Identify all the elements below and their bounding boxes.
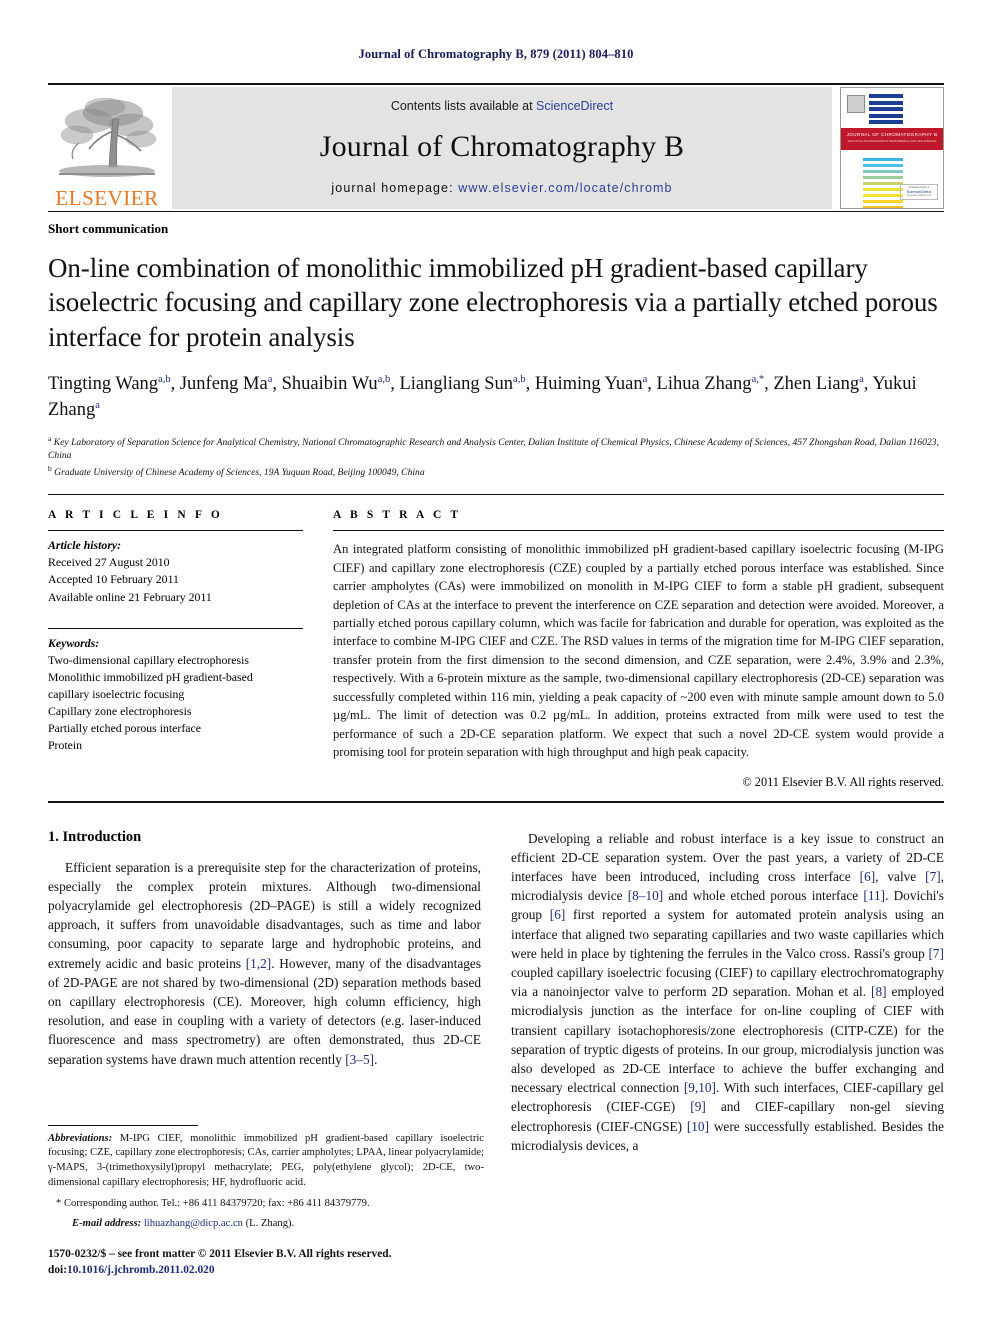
- body-column-right: Developing a reliable and robust interfa…: [511, 829, 944, 1155]
- abstract-text: An integrated platform consisting of mon…: [333, 542, 944, 760]
- article-history-label: Article history:: [48, 538, 122, 553]
- body-column-left: 1. Introduction Efficient separation is …: [48, 829, 481, 1155]
- abstract-bottom-divider: [48, 800, 944, 803]
- footnotes-block: Abbreviations: M-IPG CIEF, monolithic im…: [48, 1124, 484, 1231]
- cover-red-band: JOURNAL OF CHROMATOGRAPHY B ANALYTICAL T…: [841, 128, 943, 150]
- abbreviations-text: M-IPG CIEF, monolithic immobilized pH gr…: [48, 1132, 484, 1189]
- article-info-divider: [48, 530, 303, 532]
- cover-sciencedirect-badge: Available online at ScienceDirect www.sc…: [900, 184, 938, 200]
- email-link[interactable]: lihuazhang@dicp.ac.cn: [144, 1218, 243, 1229]
- author-list: Tingting Wanga,b, Junfeng Maa, Shuaibin …: [48, 373, 917, 421]
- keyword-item: Capillary zone electrophoresis: [48, 704, 192, 719]
- keyword-item: Partially etched porous interface: [48, 721, 201, 736]
- doi-label: doi:: [48, 1264, 67, 1277]
- homepage-prefix: journal homepage:: [331, 181, 454, 195]
- keywords-block: Keywords: Two-dimensional capillary elec…: [48, 627, 303, 755]
- email-label: E-mail address:: [72, 1217, 142, 1229]
- article-type-label: Short communication: [48, 221, 169, 236]
- keyword-item: Monolithic immobilized pH gradient-based: [48, 669, 253, 684]
- info-abstract-block: A R T I C L E I N F O Article history: R…: [48, 494, 944, 789]
- running-head: Journal of Chromatography B, 879 (2011) …: [358, 47, 634, 61]
- abbreviations-label: Abbreviations:: [48, 1132, 113, 1144]
- keywords-list: Keywords: Two-dimensional capillary elec…: [48, 635, 303, 755]
- section-heading-introduction: 1. Introduction: [48, 828, 142, 845]
- homepage-url-link[interactable]: www.elsevier.com/locate/chromb: [458, 181, 672, 195]
- abstract-divider: [333, 530, 944, 532]
- intro-paragraph-1: Efficient separation is a prerequisite s…: [48, 859, 482, 1067]
- doi-link[interactable]: 10.1016/j.jchromb.2011.02.020: [67, 1264, 215, 1276]
- affiliation-b: b Graduate University of Chinese Academy…: [48, 464, 425, 479]
- keyword-item: capillary isoelectric focusing: [48, 686, 185, 701]
- corresponding-author-note: * Corresponding author. Tel.: +86 411 84…: [56, 1197, 370, 1209]
- article-info-column: A R T I C L E I N F O Article history: R…: [48, 509, 303, 789]
- elsevier-tree-icon: [59, 97, 157, 177]
- issn-line: 1570-0232/$ – see front matter © 2011 El…: [48, 1247, 392, 1260]
- cover-band-subtitle: ANALYTICAL TECHNOLOGIES IN THE BIOMEDICA…: [847, 140, 937, 143]
- journal-cover-thumbnail: JOURNAL OF CHROMATOGRAPHY B ANALYTICAL T…: [840, 87, 944, 209]
- journal-masthead: ELSEVIER Contents lists available at Sci…: [48, 83, 944, 211]
- title-divider: [48, 211, 944, 212]
- abstract-column: A B S T R A C T An integrated platform c…: [333, 509, 944, 789]
- email-suffix: (L. Zhang).: [245, 1217, 295, 1229]
- article-page: Journal of Chromatography B, 879 (2011) …: [0, 0, 992, 1323]
- elsevier-logo: ELSEVIER: [48, 85, 166, 211]
- elsevier-wordmark: ELSEVIER: [55, 186, 159, 210]
- contents-available-line: Contents lists available at ScienceDirec…: [391, 99, 613, 113]
- journal-banner: Contents lists available at ScienceDirec…: [172, 87, 832, 209]
- keyword-item: Two-dimensional capillary electrophoresi…: [48, 652, 249, 667]
- cover-header: [847, 94, 937, 124]
- abbreviations-note: Abbreviations: M-IPG CIEF, monolithic im…: [48, 1132, 484, 1191]
- journal-title: Journal of Chromatography B: [319, 130, 685, 163]
- sciencedirect-link[interactable]: ScienceDirect: [536, 99, 613, 113]
- keywords-label: Keywords:: [48, 635, 100, 650]
- affiliations: a Key Laboratory of Separation Science f…: [48, 434, 944, 480]
- abstract-heading: A B S T R A C T: [333, 509, 462, 522]
- journal-homepage-line: journal homepage: www.elsevier.com/locat…: [331, 181, 672, 195]
- keyword-item: Protein: [48, 738, 83, 753]
- cover-publisher-mark: [847, 95, 865, 113]
- intro-paragraph-2: Developing a reliable and robust interfa…: [511, 830, 944, 1153]
- doi-line: doi:10.1016/j.jchromb.2011.02.020: [48, 1262, 391, 1279]
- body-columns: 1. Introduction Efficient separation is …: [48, 829, 944, 1155]
- footnote-rule: [48, 1124, 198, 1126]
- affiliation-b-text: Graduate University of Chinese Academy o…: [54, 467, 425, 479]
- abstract-copyright: © 2011 Elsevier B.V. All rights reserved…: [742, 774, 944, 789]
- affiliation-a-text: Key Laboratory of Separation Science for…: [48, 437, 939, 462]
- article-info-heading: A R T I C L E I N F O: [48, 509, 223, 522]
- affiliation-a: a Key Laboratory of Separation Science f…: [48, 434, 939, 462]
- email-note: E-mail address: lihuazhang@dicp.ac.cn (L…: [48, 1216, 484, 1231]
- page-title: On-line combination of monolithic immobi…: [48, 253, 938, 352]
- article-history: Article history: Received 27 August 2010…: [48, 537, 303, 605]
- cover-band-title: JOURNAL OF CHROMATOGRAPHY B: [846, 132, 938, 137]
- history-item: Accepted 10 February 2011: [48, 572, 179, 587]
- history-item: Received 27 August 2010: [48, 555, 170, 570]
- cover-badge-bottom: www.sciencedirect.com: [906, 194, 932, 197]
- contents-prefix: Contents lists available at: [390, 99, 533, 113]
- cover-blue-bars: [869, 94, 903, 127]
- keywords-divider: [48, 627, 303, 629]
- history-item: Available online 21 February 2011: [48, 589, 212, 604]
- issn-doi-footer: 1570-0232/$ – see front matter © 2011 El…: [48, 1246, 391, 1279]
- cover-spectrum-bars: [863, 158, 903, 208]
